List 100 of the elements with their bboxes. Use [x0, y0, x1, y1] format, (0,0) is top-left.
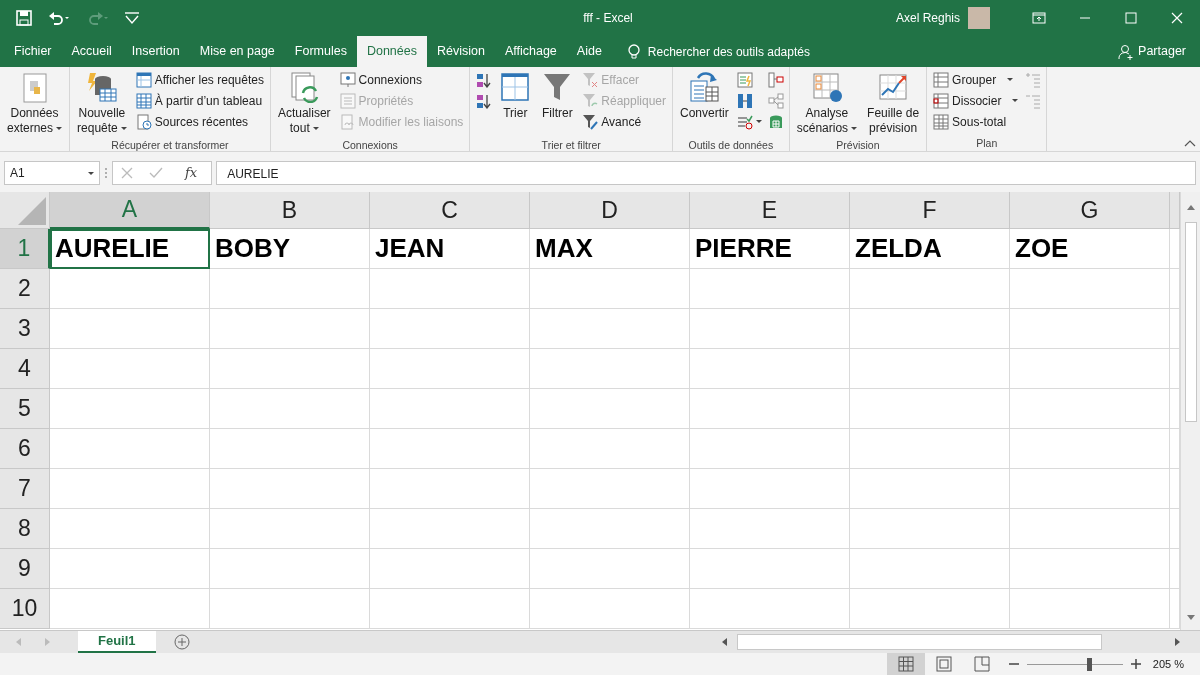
slider-thumb[interactable] — [1086, 657, 1092, 671]
ribbon-button[interactable]: Actualiser tout — [274, 69, 334, 138]
table-cell[interactable] — [50, 309, 210, 349]
sheet-tab[interactable]: Feuil1 — [78, 631, 156, 653]
table-cell[interactable] — [1010, 469, 1170, 509]
ribbon-button[interactable]: Sous-total — [931, 111, 1021, 132]
name-box[interactable]: A1 — [4, 161, 100, 185]
maximize-icon[interactable] — [1124, 11, 1138, 25]
ribbon-tab[interactable]: Accueil — [61, 36, 122, 67]
row-header[interactable]: 3 — [0, 309, 50, 349]
table-cell[interactable] — [530, 269, 690, 309]
row-header[interactable]: 5 — [0, 389, 50, 429]
ribbon-button[interactable]: Feuille de prévision — [864, 69, 923, 138]
table-cell[interactable] — [690, 309, 850, 349]
column-header[interactable]: E — [690, 192, 850, 229]
table-cell[interactable] — [530, 589, 690, 629]
table-cell[interactable] — [210, 269, 370, 309]
scrollbar-thumb[interactable] — [737, 634, 1102, 650]
table-cell[interactable] — [690, 509, 850, 549]
table-cell[interactable] — [370, 429, 530, 469]
table-cell[interactable] — [530, 309, 690, 349]
table-cell[interactable] — [850, 349, 1010, 389]
table-cell[interactable] — [50, 349, 210, 389]
table-cell[interactable] — [530, 469, 690, 509]
ribbon-button[interactable]: Données externes — [4, 69, 66, 138]
formula-input[interactable]: AURELIE — [216, 161, 1196, 185]
share-button[interactable]: Partager — [1112, 36, 1192, 67]
table-cell[interactable] — [50, 269, 210, 309]
ribbon-button[interactable]: Connexions — [337, 69, 466, 90]
table-cell[interactable] — [850, 549, 1010, 589]
row-header[interactable]: 10 — [0, 589, 50, 629]
customize-icon[interactable] — [124, 11, 140, 25]
table-cell[interactable] — [850, 469, 1010, 509]
table-cell[interactable] — [210, 429, 370, 469]
table-cell[interactable] — [690, 349, 850, 389]
ribbon-button[interactable]: À partir d’un tableau — [133, 90, 266, 111]
table-cell[interactable] — [850, 509, 1010, 549]
column-header[interactable]: D — [530, 192, 690, 229]
table-cell[interactable] — [1010, 309, 1170, 349]
ribbon-button[interactable]: Analyse scénarios — [793, 69, 861, 138]
table-cell[interactable]: MAX — [530, 229, 690, 269]
tell-me-search[interactable]: Rechercher des outils adaptés — [647, 42, 810, 61]
ribbon-button[interactable]: Afficher les requêtes — [133, 69, 266, 90]
ribbon-button[interactable]: Nouvelle requête — [74, 69, 130, 138]
ribbon-tab[interactable]: Révision — [426, 36, 495, 67]
scroll-left-icon[interactable] — [722, 638, 727, 646]
table-cell[interactable] — [530, 389, 690, 429]
close-icon[interactable] — [1170, 11, 1184, 25]
table-cell[interactable] — [1010, 269, 1170, 309]
table-cell[interactable] — [50, 389, 210, 429]
scroll-right-icon[interactable] — [1175, 638, 1180, 646]
table-cell[interactable] — [210, 389, 370, 429]
ribbon-tab[interactable]: Fichier — [4, 36, 62, 67]
row-header[interactable]: 8 — [0, 509, 50, 549]
ribbon-button[interactable]: Trier — [496, 69, 535, 138]
save-icon[interactable] — [16, 10, 32, 26]
row-header[interactable]: 7 — [0, 469, 50, 509]
ribbon-tab[interactable]: Aide — [566, 36, 612, 67]
table-cell[interactable]: AURELIE — [50, 229, 210, 269]
ribbon-tab[interactable]: Mise en page — [189, 36, 285, 67]
table-cell[interactable]: BOBY — [210, 229, 370, 269]
table-cell[interactable]: PIERRE — [690, 229, 850, 269]
table-cell[interactable] — [210, 589, 370, 629]
table-cell[interactable] — [370, 349, 530, 389]
table-cell[interactable] — [690, 269, 850, 309]
redo-icon[interactable] — [86, 11, 108, 25]
select-all-corner[interactable] — [0, 192, 50, 229]
table-cell[interactable] — [850, 429, 1010, 469]
table-cell[interactable] — [1010, 349, 1170, 389]
row-header[interactable]: 9 — [0, 549, 50, 589]
ribbon-display-icon[interactable] — [1032, 11, 1046, 25]
table-cell[interactable] — [690, 429, 850, 469]
table-cell[interactable] — [370, 269, 530, 309]
zoom-in-icon[interactable] — [1130, 659, 1141, 669]
ribbon-button[interactable]: Sources récentes — [133, 111, 266, 132]
cancel-icon[interactable] — [121, 167, 133, 179]
table-cell[interactable] — [530, 349, 690, 389]
avatar-placeholder[interactable] — [968, 7, 990, 29]
table-cell[interactable] — [530, 549, 690, 589]
table-cell[interactable] — [850, 269, 1010, 309]
zoom-level[interactable]: 205 % — [1152, 655, 1184, 673]
table-cell[interactable] — [370, 309, 530, 349]
table-cell[interactable] — [370, 589, 530, 629]
collapse-ribbon-icon[interactable] — [1184, 139, 1196, 147]
normal-view-button[interactable] — [886, 653, 925, 675]
table-cell[interactable]: JEAN — [370, 229, 530, 269]
ribbon-button[interactable]: Avancé — [580, 111, 669, 132]
ribbon-button[interactable]: Filtrer — [538, 69, 577, 138]
column-header[interactable]: F — [850, 192, 1010, 229]
column-header[interactable]: B — [210, 192, 370, 229]
ribbon-button[interactable]: Convertir — [677, 69, 732, 138]
ribbon-tab[interactable]: Formules — [284, 36, 357, 67]
table-cell[interactable] — [210, 509, 370, 549]
consolidate-button[interactable] — [766, 69, 785, 90]
table-cell[interactable] — [690, 389, 850, 429]
table-cell[interactable] — [370, 469, 530, 509]
table-cell[interactable]: ZELDA — [850, 229, 1010, 269]
undo-icon[interactable] — [48, 11, 70, 25]
table-cell[interactable] — [210, 349, 370, 389]
add-sheet-icon[interactable] — [173, 634, 190, 650]
